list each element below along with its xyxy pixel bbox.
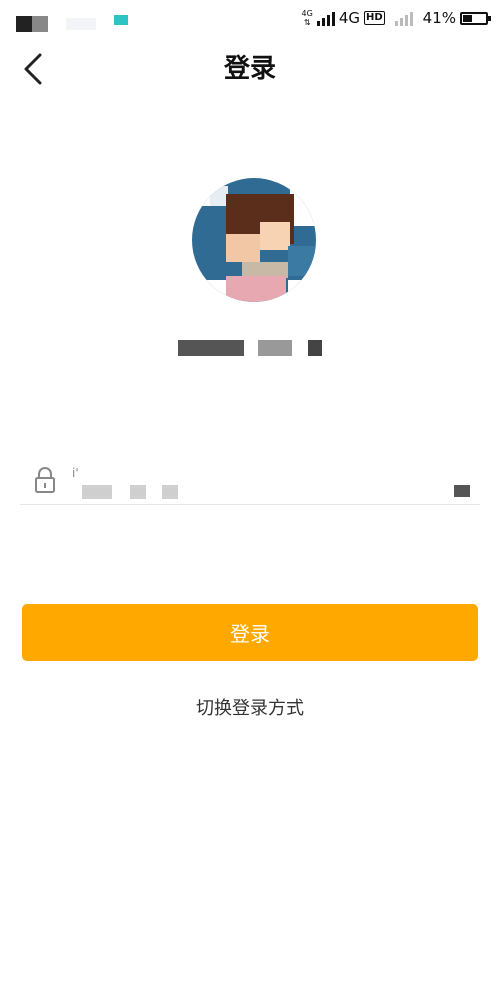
- avatar: [190, 176, 320, 306]
- hd-badge: HD: [363, 11, 385, 25]
- notification-icon: [32, 16, 48, 32]
- password-field-row: i': [20, 460, 480, 505]
- avatar-image: [192, 178, 316, 302]
- page-title: 登录: [223, 54, 276, 84]
- signal-strength-icon: [316, 10, 335, 26]
- battery-fill: [463, 14, 473, 22]
- lock-icon: [35, 467, 55, 493]
- network-type: 4G: [338, 9, 360, 27]
- secondary-signal-icon: [394, 10, 413, 26]
- switch-login-method-link[interactable]: 切换登录方式: [0, 694, 500, 720]
- battery-icon: [460, 11, 491, 25]
- arrows-icon: ⇅: [303, 18, 311, 27]
- status-indicators: 4G ⇅ 4G HD 41%: [302, 6, 491, 30]
- data-activity-icon: 4G ⇅: [302, 9, 313, 27]
- password-input[interactable]: [72, 464, 436, 500]
- network-type-small: 4G: [301, 9, 313, 18]
- eye-toggle-icon[interactable]: [454, 485, 470, 497]
- battery-percent: 41%: [422, 9, 456, 27]
- login-button[interactable]: 登录: [22, 604, 478, 661]
- notification-icon: [66, 18, 96, 30]
- notification-icon: [16, 16, 32, 32]
- status-bar: 4G ⇅ 4G HD 41%: [0, 0, 500, 36]
- notification-icon: [114, 15, 128, 25]
